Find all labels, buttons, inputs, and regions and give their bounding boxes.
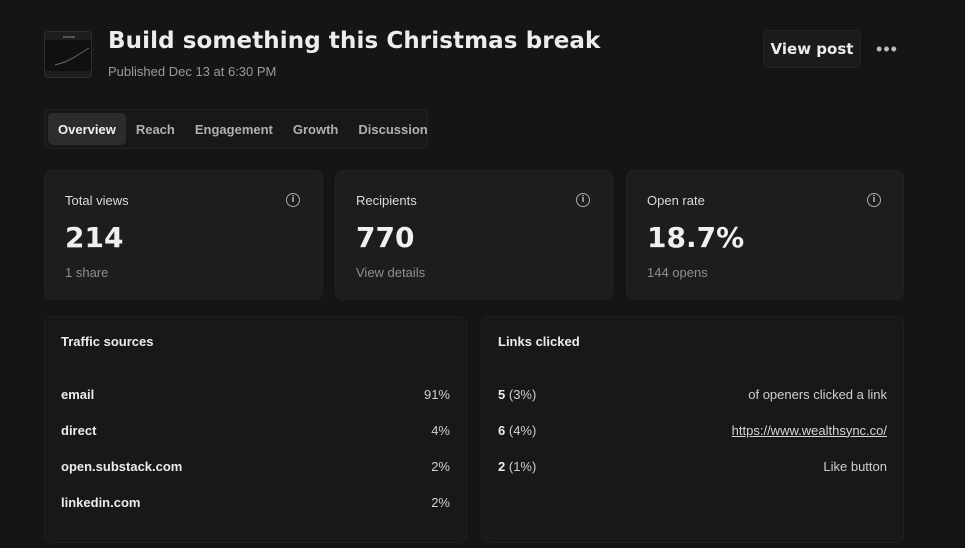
tab-discussion[interactable]: Discussion	[348, 113, 437, 145]
source-percent: 4%	[431, 422, 450, 438]
count-value: 6	[498, 422, 506, 438]
post-stats-page: Build something this Christmas break Pub…	[0, 0, 965, 548]
thumbnail-image	[45, 32, 91, 77]
source-name: linkedin.com	[61, 494, 141, 510]
source-name: email	[61, 386, 95, 402]
source-percent: 2%	[431, 458, 450, 474]
stat-sub: 144 opens	[647, 265, 708, 280]
count-percent: (1%)	[508, 458, 537, 474]
list-item: 6 (4%) https://www.wealthsync.co/	[498, 420, 887, 440]
info-icon[interactable]: i	[867, 193, 881, 207]
traffic-sources-panel: Traffic sources email 91% direct 4% open…	[44, 316, 467, 543]
info-icon[interactable]: i	[286, 193, 300, 207]
panel-title: Links clicked	[498, 334, 580, 349]
view-details-link[interactable]: View details	[356, 265, 425, 280]
click-count: 5 (3%)	[498, 387, 536, 402]
tab-bar: Overview Reach Engagement Growth Discuss…	[44, 109, 428, 149]
list-item: 5 (3%) of openers clicked a link	[498, 384, 887, 404]
list-item: open.substack.com 2%	[61, 456, 450, 476]
link-label: of openers clicked a link	[748, 386, 887, 402]
info-icon[interactable]: i	[576, 193, 590, 207]
published-date: Published Dec 13 at 6:30 PM	[108, 64, 277, 79]
stat-card-recipients: Recipients i 770 View details	[335, 170, 613, 300]
more-options-icon[interactable]: •••	[872, 36, 902, 62]
list-item: email 91%	[61, 384, 450, 404]
stat-label: Total views	[65, 193, 129, 208]
stat-label: Open rate	[647, 193, 705, 208]
count-value: 2	[498, 458, 506, 474]
stat-sub: 1 share	[65, 265, 109, 280]
panel-title: Traffic sources	[61, 334, 154, 349]
links-clicked-panel: Links clicked 5 (3%) of openers clicked …	[481, 316, 904, 543]
link-url[interactable]: https://www.wealthsync.co/	[732, 423, 887, 438]
count-percent: (4%)	[508, 422, 537, 438]
click-count: 6 (4%)	[498, 423, 536, 438]
stat-value: 214	[65, 221, 124, 254]
count-percent: (3%)	[508, 386, 537, 402]
stat-card-open-rate: Open rate i 18.7% 144 opens	[626, 170, 904, 300]
stat-value: 18.7%	[647, 221, 745, 254]
count-value: 5	[498, 386, 506, 402]
source-name: direct	[61, 422, 97, 438]
source-name: open.substack.com	[61, 458, 183, 474]
post-thumbnail[interactable]	[44, 31, 92, 78]
source-percent: 91%	[423, 386, 450, 402]
list-item: 2 (1%) Like button	[498, 456, 887, 476]
tab-engagement[interactable]: Engagement	[185, 113, 283, 145]
list-item: direct 4%	[61, 420, 450, 440]
tab-growth[interactable]: Growth	[283, 113, 349, 145]
click-count: 2 (1%)	[498, 459, 536, 474]
tab-reach[interactable]: Reach	[126, 113, 185, 145]
stat-value: 770	[356, 221, 415, 254]
stat-card-total-views: Total views i 214 1 share	[44, 170, 323, 300]
stat-label: Recipients	[356, 193, 417, 208]
view-post-button[interactable]: View post	[763, 30, 861, 68]
source-percent: 2%	[431, 494, 450, 510]
tab-overview[interactable]: Overview	[48, 113, 126, 145]
post-title: Build something this Christmas break	[108, 28, 601, 54]
list-item: linkedin.com 2%	[61, 492, 450, 512]
link-label: Like button	[823, 458, 887, 474]
